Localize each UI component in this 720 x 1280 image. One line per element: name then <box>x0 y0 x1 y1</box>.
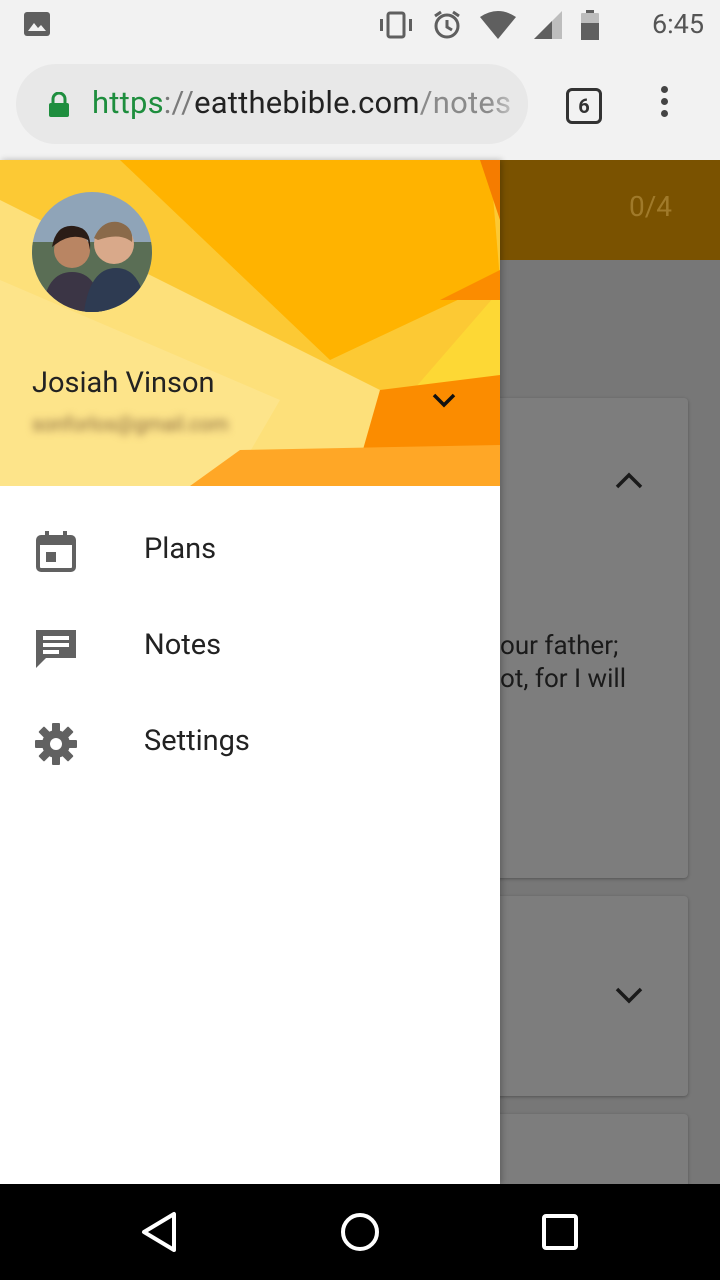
chevron-down-icon <box>614 986 644 1010</box>
menu-dot <box>660 86 668 93</box>
vibrate-icon <box>378 11 414 43</box>
lock-icon <box>48 91 70 122</box>
address-bar[interactable]: https://eatthebible.com/notes <box>16 64 528 144</box>
status-bar: 6:45 <box>0 0 720 48</box>
drawer-item-label: Notes <box>144 628 222 662</box>
drawer-item-label: Plans <box>144 532 217 566</box>
avatar[interactable] <box>32 192 152 312</box>
account-email: sonforlos@gmail.com <box>32 412 229 436</box>
image-icon <box>24 12 50 40</box>
calendar-icon <box>32 528 80 576</box>
url-fade <box>488 64 528 144</box>
overflow-menu-button[interactable] <box>654 86 674 126</box>
chevron-up-icon <box>614 470 644 494</box>
url-text[interactable]: https://eatthebible.com/notes <box>92 84 511 121</box>
signal-icon <box>534 11 562 43</box>
menu-dot <box>660 98 668 105</box>
card-text: our father; ot, for I will <box>500 631 627 694</box>
reading-card <box>490 896 688 1096</box>
chevron-down-icon[interactable] <box>426 382 462 418</box>
battery-icon <box>580 10 600 44</box>
drawer-item-label: Settings <box>144 724 250 758</box>
account-name: Josiah Vinson <box>32 366 215 400</box>
navigation-drawer: Josiah Vinson sonforlos@gmail.com Plans … <box>0 160 500 1184</box>
reading-card: our father; ot, for I will <box>490 398 688 878</box>
notes-icon <box>32 624 80 672</box>
clock-time: 6:45 <box>651 8 704 40</box>
drawer-item-settings[interactable]: Settings <box>0 696 500 792</box>
menu-dot <box>660 110 668 117</box>
wifi-icon <box>480 11 516 43</box>
back-button[interactable] <box>136 1208 184 1256</box>
drawer-item-plans[interactable]: Plans <box>0 504 500 600</box>
plan-progress: 0/4 <box>628 190 672 223</box>
browser-toolbar: https://eatthebible.com/notes <box>0 48 720 160</box>
home-button[interactable] <box>336 1208 384 1256</box>
alarm-icon <box>432 10 462 44</box>
recents-button[interactable] <box>536 1208 584 1256</box>
drawer-menu: Plans Notes Settings <box>0 504 500 792</box>
drawer-item-notes[interactable]: Notes <box>0 600 500 696</box>
system-nav-bar <box>0 1184 720 1280</box>
drawer-header: Josiah Vinson sonforlos@gmail.com <box>0 160 500 486</box>
tab-switcher-button[interactable]: 6 <box>566 88 602 124</box>
reading-card <box>490 1114 688 1194</box>
gear-icon <box>32 720 80 768</box>
